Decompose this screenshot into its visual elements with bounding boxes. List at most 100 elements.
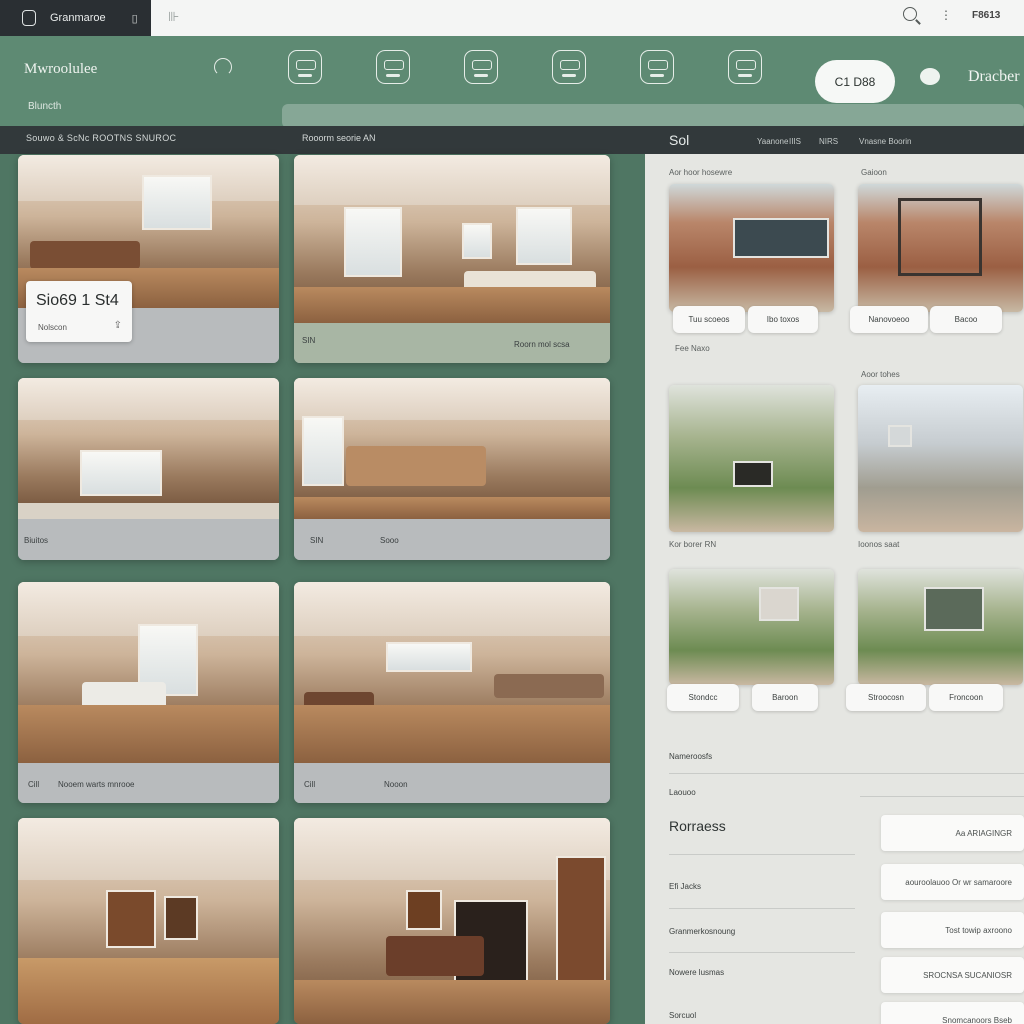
field-label: Nowere lusmas xyxy=(669,968,725,977)
panel-header: Sol Yaanone IIIS NIRS Vnasne Boorin xyxy=(645,128,1024,154)
tag-chip[interactable]: Bacoo xyxy=(930,306,1002,333)
card-caption-b: Sooo xyxy=(380,536,399,545)
exterior-photo[interactable] xyxy=(669,569,834,685)
room-card[interactable]: Cill Nooem warts mnrooe xyxy=(18,582,279,803)
field-label: Efi Jacks xyxy=(669,882,702,891)
card-caption-a: Biuitos xyxy=(24,536,49,545)
nav-bed-icon[interactable] xyxy=(376,50,410,84)
tag-chip[interactable]: Tuu scoeos xyxy=(673,306,745,333)
tag-chip[interactable]: Froncoon xyxy=(929,684,1003,711)
photo-label: Fee Naxo xyxy=(675,344,710,353)
price-badge[interactable]: Sio69 1 St4 Nolscon ⇪ xyxy=(26,281,132,342)
room-photo xyxy=(294,818,610,1024)
menu-icon[interactable]: ⋮ xyxy=(940,8,952,22)
top-bar: Granmaroe ▯ ⊪ ⋮ F8613 xyxy=(0,0,1024,36)
form-field[interactable]: Tost towip axroono xyxy=(881,912,1024,948)
panel-tab[interactable]: Yaanone xyxy=(757,137,788,146)
field-label: Sorcuol xyxy=(669,1011,697,1020)
photo-label: Aoor tohes xyxy=(861,370,900,379)
form-field[interactable]: aouroolauoo Or wr samaroore xyxy=(881,864,1024,900)
card-caption: Biuitos xyxy=(18,519,279,560)
exterior-photo[interactable] xyxy=(858,569,1023,685)
card-caption-b: Nooon xyxy=(384,780,408,789)
card-caption-a: SIN xyxy=(302,336,316,345)
app-icon xyxy=(22,10,36,26)
tag-chip[interactable]: Stondcc xyxy=(667,684,739,711)
room-card[interactable]: Biuitos xyxy=(18,378,279,560)
section-label: Nameroosfs xyxy=(669,752,713,761)
right-panel: Aor hoor hosewre Gaioon Tuu scoeos Ibo t… xyxy=(645,154,1024,1024)
exterior-photo[interactable] xyxy=(858,184,1023,312)
strip-left-label: Souwo & ScNc ROOTNS SNUROC xyxy=(26,133,177,143)
tag-chip[interactable]: Baroon xyxy=(752,684,818,711)
divider xyxy=(669,952,855,953)
nav-bath-icon[interactable] xyxy=(552,50,586,84)
panel-top-label-right: Gaioon xyxy=(861,168,887,177)
section-sublabel: Laouoo xyxy=(669,788,696,797)
form-field[interactable]: SROCNSA SUCANIOSR xyxy=(881,957,1024,993)
badge-title: Sio69 1 St4 xyxy=(36,292,119,309)
nav-sofa-icon[interactable] xyxy=(288,50,322,84)
panel-tab[interactable]: NIRS xyxy=(819,137,838,146)
nav-kitchen-icon[interactable] xyxy=(464,50,498,84)
room-photo xyxy=(18,582,279,763)
divider xyxy=(669,773,1024,774)
card-caption: Cill Nooon xyxy=(294,763,610,803)
loading-icon xyxy=(214,58,232,76)
globe-icon[interactable] xyxy=(920,68,940,85)
tag-chip[interactable]: Ibo toxos xyxy=(748,306,818,333)
brand[interactable]: Mwroolulee xyxy=(24,61,97,78)
room-photo xyxy=(18,818,279,1024)
form-field[interactable]: Snomcanoors Bseb xyxy=(881,1002,1024,1024)
form-field[interactable]: Aa ARIAGINGR xyxy=(881,815,1024,851)
photo-label: Ioonos saat xyxy=(858,540,900,549)
exterior-photo[interactable] xyxy=(669,385,834,532)
card-caption-b: Nooem warts mnrooe xyxy=(58,780,135,789)
form-heading: Rorraess xyxy=(669,818,726,834)
room-card[interactable]: SIN Sooo xyxy=(294,378,610,560)
strip-mid-label: Rooorm seorie AN xyxy=(302,133,376,143)
room-card[interactable]: SIN Roorn mol scsa xyxy=(294,155,610,363)
divider xyxy=(669,854,855,855)
tag-chip[interactable]: Stroocosn xyxy=(846,684,926,711)
panel-tab[interactable]: IIIS xyxy=(789,137,801,146)
divider xyxy=(669,908,855,909)
room-card[interactable]: Cill Nooon xyxy=(294,582,610,803)
field-value: Aa ARIAGINGR xyxy=(955,828,1012,838)
app-name: Granmaroe xyxy=(50,12,106,24)
field-value: SROCNSA SUCANIOSR xyxy=(923,970,1012,980)
room-card[interactable] xyxy=(294,818,610,1024)
exterior-photo[interactable] xyxy=(669,184,834,312)
panel-title: Sol xyxy=(669,132,690,148)
tab-icon[interactable]: ⊪ xyxy=(168,9,179,25)
field-value: Tost towip axroono xyxy=(945,925,1012,935)
search-icon[interactable] xyxy=(903,7,917,21)
panel-tab[interactable]: Vnasne Boorin xyxy=(859,137,911,146)
field-label: Granmerkosnoung xyxy=(669,927,736,936)
card-caption-b: Roorn mol scsa xyxy=(514,340,570,349)
badge-subtitle: Nolscon xyxy=(38,323,67,332)
field-value: Snomcanoors Bseb xyxy=(942,1015,1012,1024)
card-caption: Cill Nooem warts mnrooe xyxy=(18,763,279,803)
card-caption: SIN Roorn mol scsa xyxy=(294,323,610,363)
brand-subtitle: Bluncth xyxy=(28,101,62,112)
topbar-label[interactable]: F8613 xyxy=(972,10,1000,21)
exterior-photo[interactable] xyxy=(858,385,1023,532)
panel-top-label: Aor hoor hosewre xyxy=(669,168,733,177)
room-card[interactable] xyxy=(18,818,279,1024)
card-caption-a: SIN xyxy=(310,536,324,545)
share-icon[interactable]: ⇪ xyxy=(114,320,122,331)
header-right-link[interactable]: Dracber xyxy=(968,68,1020,86)
close-icon[interactable]: ▯ xyxy=(132,12,138,25)
field-value: aouroolauoo Or wr samaroore xyxy=(905,877,1012,887)
nav-garden-icon[interactable] xyxy=(728,50,762,84)
tag-chip[interactable]: Nanovoeoo xyxy=(850,306,928,333)
app-title-area[interactable]: Granmaroe ▯ xyxy=(0,0,151,36)
nav-office-icon[interactable] xyxy=(640,50,674,84)
card-caption-a: Cill xyxy=(304,780,316,789)
room-photo xyxy=(294,155,610,323)
room-photo xyxy=(294,378,610,519)
header-pill-button[interactable]: C1 D88 xyxy=(815,60,895,103)
card-caption: SIN Sooo xyxy=(294,519,610,560)
divider xyxy=(860,796,1024,797)
